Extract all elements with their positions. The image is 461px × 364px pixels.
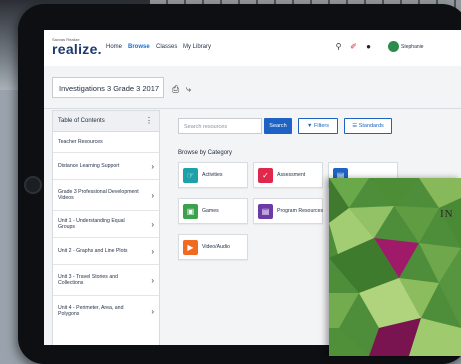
toc-item-label: Unit 2 - Graphs and Line Plots: [58, 248, 128, 254]
category-label: Games: [202, 208, 219, 214]
chevron-right-icon: ›: [151, 219, 154, 229]
more-options-icon[interactable]: ⋮: [145, 111, 153, 131]
table-of-contents-panel: Table of Contents ⋮ Teacher Resources Di…: [52, 110, 160, 345]
chevron-right-icon: ›: [151, 190, 154, 200]
category-card-video-audio[interactable]: ▶ Video/Audio: [178, 234, 248, 260]
category-label: Video/Audio: [202, 244, 230, 250]
toc-item[interactable]: Unit 2 - Graphs and Line Plots ›: [53, 238, 159, 265]
category-card-activities[interactable]: ☞ Activities: [178, 162, 248, 188]
category-card-program-resources[interactable]: ▤ Program Resources: [253, 198, 323, 224]
chevron-right-icon: ›: [151, 275, 154, 285]
toc-item-label: Distance Learning Support: [58, 163, 120, 169]
hand-pointer-icon: ☞: [183, 168, 198, 183]
check-list-icon: ✓: [258, 168, 273, 183]
toc-header: Table of Contents ⋮: [53, 111, 159, 132]
book-title: IN: [440, 208, 454, 220]
toc-item-label: Unit 4 - Perimeter, Area, and Polygons: [58, 305, 124, 317]
nav-browse[interactable]: Browse: [128, 44, 150, 50]
user-menu[interactable]: Stephanie: [401, 44, 424, 50]
avatar[interactable]: [388, 41, 399, 52]
category-card-games[interactable]: ▣ Games: [178, 198, 248, 224]
search-button[interactable]: Search: [264, 118, 292, 134]
category-card-assessment[interactable]: ✓ Assessment: [253, 162, 323, 188]
play-icon: ▶: [183, 240, 198, 255]
settings-wrench-icon[interactable]: ⤷: [186, 84, 191, 95]
filters-label: Filters: [314, 123, 329, 129]
toc-item-label: Unit 3 - Travel Stories and Collections: [58, 274, 118, 286]
toc-item[interactable]: Distance Learning Support ›: [53, 153, 159, 180]
nav-home[interactable]: Home: [106, 44, 122, 50]
nav-classes[interactable]: Classes: [156, 44, 177, 50]
category-label: Activities: [202, 172, 223, 178]
book-pattern: [329, 178, 461, 356]
chevron-right-icon: ›: [151, 246, 154, 256]
textbook-cover: IN: [329, 178, 461, 356]
nav-my-library[interactable]: My Library: [183, 44, 211, 50]
toc-item[interactable]: Unit 4 - Perimeter, Area, and Polygons ›: [53, 296, 159, 326]
toc-item-label: Teacher Resources: [58, 139, 103, 145]
folder-icon: ▤: [258, 204, 273, 219]
category-label: Assessment: [277, 172, 306, 178]
chevron-right-icon: ›: [151, 161, 154, 171]
toc-item-label: Grade 3 Professional Development Videos: [58, 189, 139, 201]
search-input[interactable]: Search resources: [178, 118, 262, 134]
toc-item[interactable]: Unit 3 - Travel Stories and Collections …: [53, 265, 159, 296]
tablet-home-button: [24, 176, 42, 194]
standards-label: Standards: [358, 123, 384, 129]
toc-item[interactable]: Teacher Resources: [53, 132, 159, 153]
pen-icon[interactable]: ✐: [349, 42, 358, 51]
top-navigation-bar: Savvas Realize realize. Home Browse Clas…: [44, 30, 461, 67]
logo-text: realize.: [52, 41, 102, 57]
program-title-bar: Investigations 3 Grade 3 2017 ⎙ ⤷: [44, 66, 461, 109]
filter-icon: ▼: [307, 123, 314, 129]
search-icon[interactable]: ⚲: [334, 42, 343, 51]
notification-icon[interactable]: ●: [364, 42, 373, 51]
toc-item[interactable]: Grade 3 Professional Development Videos …: [53, 180, 159, 211]
standards-button[interactable]: ☰ Standards: [344, 118, 392, 134]
chevron-right-icon: ›: [151, 306, 154, 316]
game-icon: ▣: [183, 204, 198, 219]
filters-button[interactable]: ▼ Filters: [298, 118, 338, 134]
category-label: Program Resources: [277, 208, 324, 214]
toc-title: Table of Contents: [58, 118, 105, 124]
category-heading: Browse by Category: [178, 150, 233, 156]
print-icon[interactable]: ⎙: [172, 84, 179, 95]
program-title[interactable]: Investigations 3 Grade 3 2017: [52, 77, 164, 98]
toc-item-label: Unit 1 - Understanding Equal Groups: [58, 218, 125, 230]
realize-logo[interactable]: Savvas Realize realize.: [52, 37, 102, 56]
toc-item[interactable]: Unit 1 - Understanding Equal Groups ›: [53, 211, 159, 238]
